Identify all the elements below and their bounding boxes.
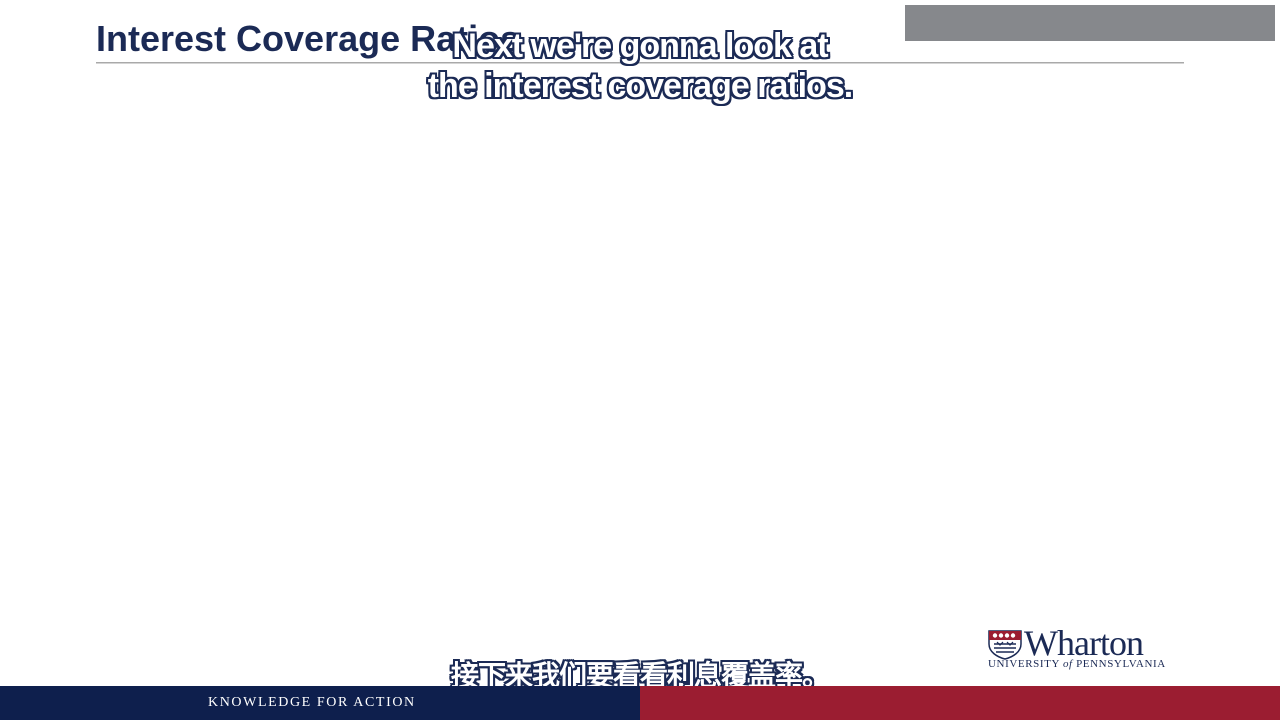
subtitle-english: Next we're gonna look at the interest co…	[340, 26, 940, 106]
footer-red-bar	[640, 686, 1280, 720]
footer-navy-bar: KNOWLEDGE FOR ACTION	[0, 686, 640, 720]
logo-university-line: UNIVERSITY of PENNSYLVANIA	[988, 658, 1192, 670]
footer-tagline: KNOWLEDGE FOR ACTION	[208, 695, 416, 710]
logo-of: of	[1062, 658, 1073, 670]
subtitle-english-line-2: the interest coverage ratios.	[427, 67, 854, 105]
subtitle-english-line-1: Next we're gonna look at	[452, 27, 828, 65]
wharton-logo: Wharton UNIVERSITY of PENNSYLVANIA	[988, 623, 1192, 672]
logo-wordmark: Wharton	[1024, 623, 1144, 663]
header-gray-block	[905, 5, 1275, 41]
logo-university: UNIVERSITY	[988, 658, 1060, 670]
logo-pennsylvania: PENNSYLVANIA	[1076, 658, 1166, 670]
penn-shield-icon	[988, 630, 1022, 660]
slide: Interest Coverage Ratios Next we're gonn…	[0, 0, 1280, 720]
